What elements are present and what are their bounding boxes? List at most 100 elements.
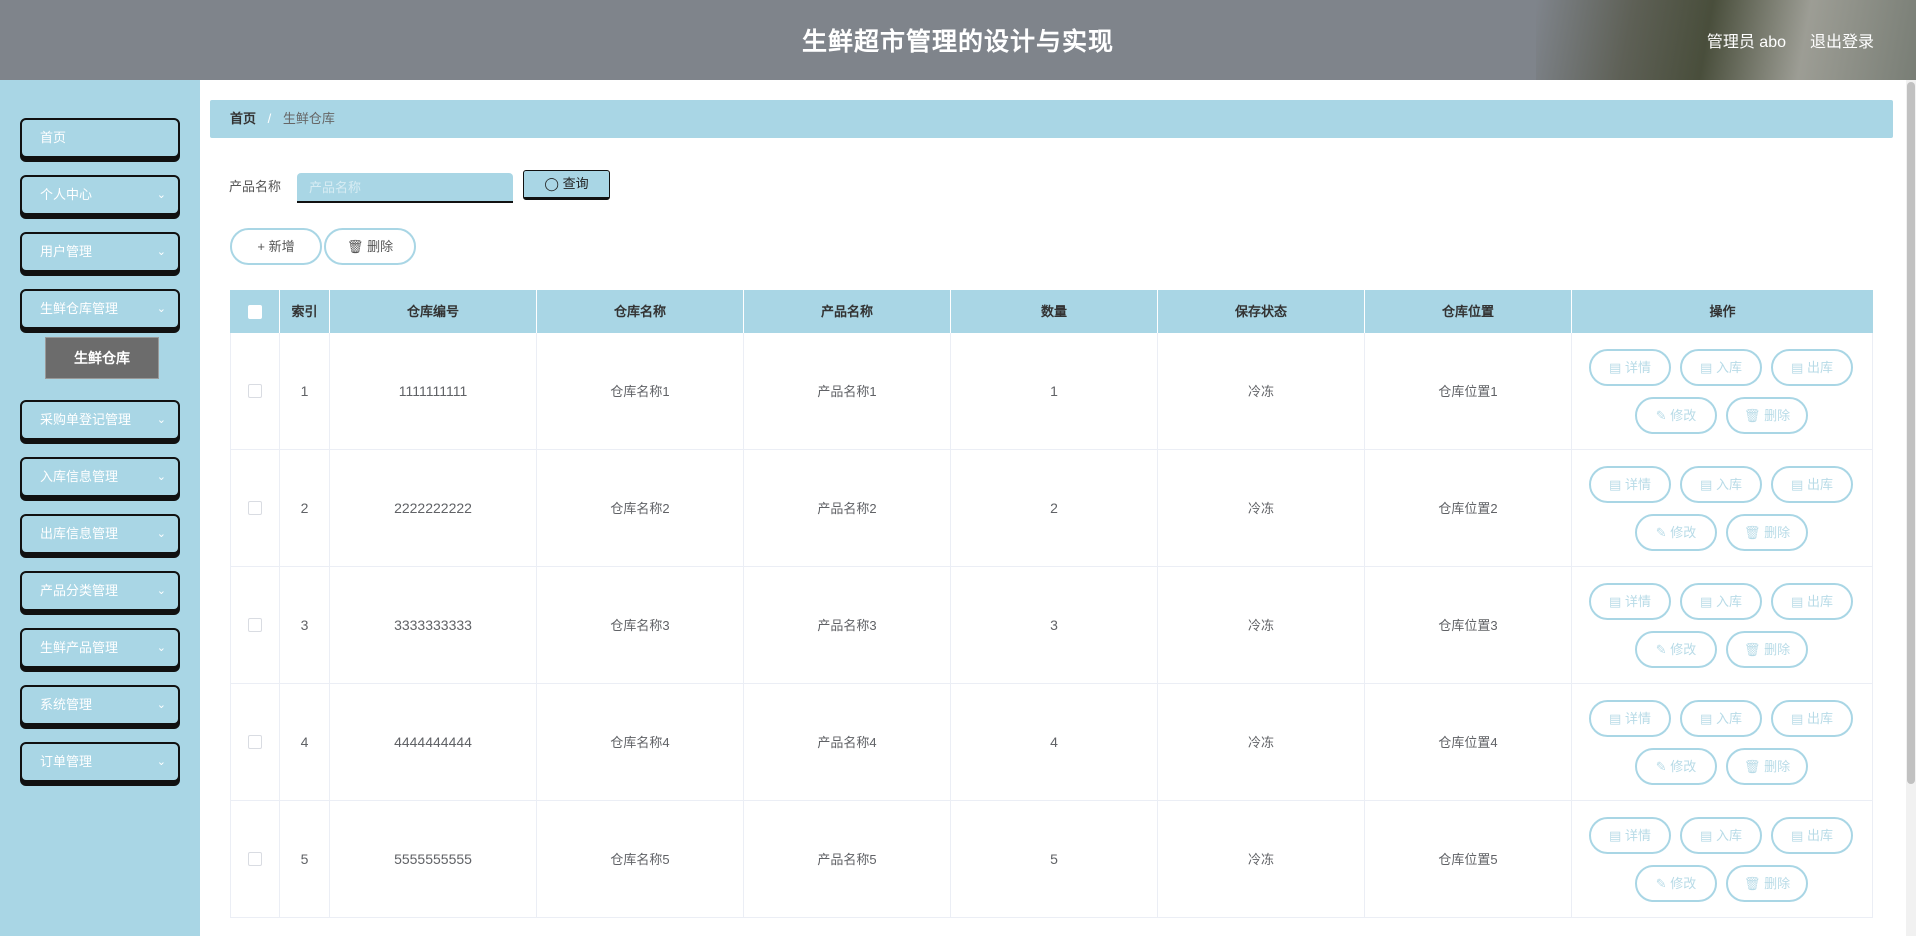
sidebar-item-label: 订单管理 [40,754,93,769]
cell-code: 5555555555 [330,801,537,918]
document-icon: ▤ [1609,711,1622,726]
cell-status: 冷冻 [1158,801,1365,918]
sidebar-item-label: 采购单登记管理 [40,412,132,427]
cell-index: 5 [280,801,330,918]
row-select-cell [230,684,280,801]
row-checkbox[interactable] [248,618,262,632]
edit-button[interactable]: ✎ 修改 [1635,514,1717,551]
detail-button[interactable]: ▤ 详情 [1589,700,1671,737]
sidebar-subitem-fresh-warehouse[interactable]: 生鲜仓库 [45,337,159,379]
stock-in-button[interactable]: ▤ 入库 [1680,817,1762,854]
document-icon: ▤ [1700,360,1713,375]
chevron-down-icon: ⌄ [156,585,166,597]
search-button[interactable]: ◯ 查询 [523,170,610,200]
row-delete-button[interactable]: 🗑 删除 [1726,514,1808,551]
row-delete-button[interactable]: 🗑 删除 [1726,397,1808,434]
cell-quantity: 4 [951,684,1158,801]
sidebar-item-label: 系统管理 [40,697,93,712]
page-scrollbar-thumb[interactable] [1907,82,1915,784]
detail-button[interactable]: ▤ 详情 [1589,817,1671,854]
document-icon: ▤ [1700,477,1713,492]
sidebar-item-system-management[interactable]: 系统管理 ⌄ [20,685,180,725]
select-all-checkbox[interactable] [248,305,262,319]
search-label: 产品名称 [229,179,282,194]
row-checkbox[interactable] [248,384,262,398]
row-checkbox[interactable] [248,501,262,515]
sidebar-item-warehouse-management[interactable]: 生鲜仓库管理 ⌄ [20,289,180,329]
stock-in-button[interactable]: ▤ 入库 [1680,700,1762,737]
delete-label: 删除 [1764,408,1791,423]
stock-out-button[interactable]: ▤ 出库 [1771,700,1853,737]
stock-out-button[interactable]: ▤ 出库 [1771,583,1853,620]
document-icon: ▤ [1791,360,1804,375]
sidebar-item-personal-center[interactable]: 个人中心 ⌄ [20,175,180,215]
add-button[interactable]: + 新增 [230,228,322,265]
document-icon: ▤ [1700,828,1713,843]
header-select-all-cell [230,290,280,333]
cell-index: 3 [280,567,330,684]
cell-warehouse: 仓库名称5 [537,801,744,918]
document-icon: ▤ [1609,594,1622,609]
sidebar-item-label: 个人中心 [40,187,93,202]
sidebar-item-purchase-management[interactable]: 采购单登记管理 ⌄ [20,400,180,440]
chevron-down-icon: ⌄ [156,528,166,540]
document-icon: ▤ [1609,828,1622,843]
sidebar-item-category-management[interactable]: 产品分类管理 ⌄ [20,571,180,611]
row-delete-button[interactable]: 🗑 删除 [1726,748,1808,785]
sidebar-item-home[interactable]: 首页 [20,118,180,158]
column-header-product: 产品名称 [744,290,951,333]
stock-out-button[interactable]: ▤ 出库 [1771,817,1853,854]
sidebar-item-order-management[interactable]: 订单管理 ⌄ [20,742,180,782]
detail-button[interactable]: ▤ 详情 [1589,466,1671,503]
stock-in-button[interactable]: ▤ 入库 [1680,349,1762,386]
sidebar: 首页 个人中心 ⌄ 用户管理 ⌄ 生鲜仓库管理 ⌄ 生鲜仓库 采购单登记管理 ⌄… [0,80,200,936]
document-icon: ▤ [1700,711,1713,726]
sidebar-item-label: 生鲜产品管理 [40,640,119,655]
edit-button[interactable]: ✎ 修改 [1635,631,1717,668]
cell-location: 仓库位置2 [1365,450,1572,567]
cell-code: 2222222222 [330,450,537,567]
stock-in-button[interactable]: ▤ 入库 [1680,583,1762,620]
sidebar-item-label: 产品分类管理 [40,583,119,598]
cell-location: 仓库位置1 [1365,333,1572,450]
sidebar-item-user-management[interactable]: 用户管理 ⌄ [20,232,180,272]
edit-button[interactable]: ✎ 修改 [1635,397,1717,434]
detail-button[interactable]: ▤ 详情 [1589,349,1671,386]
row-delete-button[interactable]: 🗑 删除 [1726,631,1808,668]
cell-product: 产品名称5 [744,801,951,918]
row-checkbox[interactable] [248,852,262,866]
pencil-icon: ✎ [1655,759,1667,774]
row-checkbox[interactable] [248,735,262,749]
row-delete-button[interactable]: 🗑 删除 [1726,865,1808,902]
detail-label: 详情 [1624,477,1651,492]
chevron-down-icon: ⌄ [156,303,166,315]
search-input[interactable] [297,173,513,203]
sidebar-item-stock-in-management[interactable]: 入库信息管理 ⌄ [20,457,180,497]
edit-button[interactable]: ✎ 修改 [1635,865,1717,902]
stock-in-button[interactable]: ▤ 入库 [1680,466,1762,503]
cell-index: 4 [280,684,330,801]
edit-button[interactable]: ✎ 修改 [1635,748,1717,785]
cell-code: 3333333333 [330,567,537,684]
document-icon: ▤ [1700,594,1713,609]
logout-link[interactable]: 退出登录 [1810,28,1874,52]
cell-actions: ▤ 详情 ▤ 入库 ▤ 出库 ✎ 修改 🗑 删除 [1572,801,1873,918]
cell-warehouse: 仓库名称1 [537,333,744,450]
delete-button[interactable]: 🗑 删除 [324,228,416,265]
document-icon: ▤ [1791,477,1804,492]
sidebar-item-stock-out-management[interactable]: 出库信息管理 ⌄ [20,514,180,554]
stock-out-label: 出库 [1806,594,1833,609]
document-icon: ▤ [1609,360,1622,375]
chevron-down-icon: ⌄ [156,189,166,201]
stock-out-button[interactable]: ▤ 出库 [1771,349,1853,386]
trash-icon: 🗑 [1743,876,1761,891]
sidebar-item-product-management[interactable]: 生鲜产品管理 ⌄ [20,628,180,668]
document-icon: ▤ [1791,711,1804,726]
stock-in-label: 入库 [1715,360,1742,375]
breadcrumb-home[interactable]: 首页 [230,111,256,126]
stock-out-button[interactable]: ▤ 出库 [1771,466,1853,503]
detail-button[interactable]: ▤ 详情 [1589,583,1671,620]
cell-status: 冷冻 [1158,684,1365,801]
cell-product: 产品名称2 [744,450,951,567]
cell-product: 产品名称4 [744,684,951,801]
